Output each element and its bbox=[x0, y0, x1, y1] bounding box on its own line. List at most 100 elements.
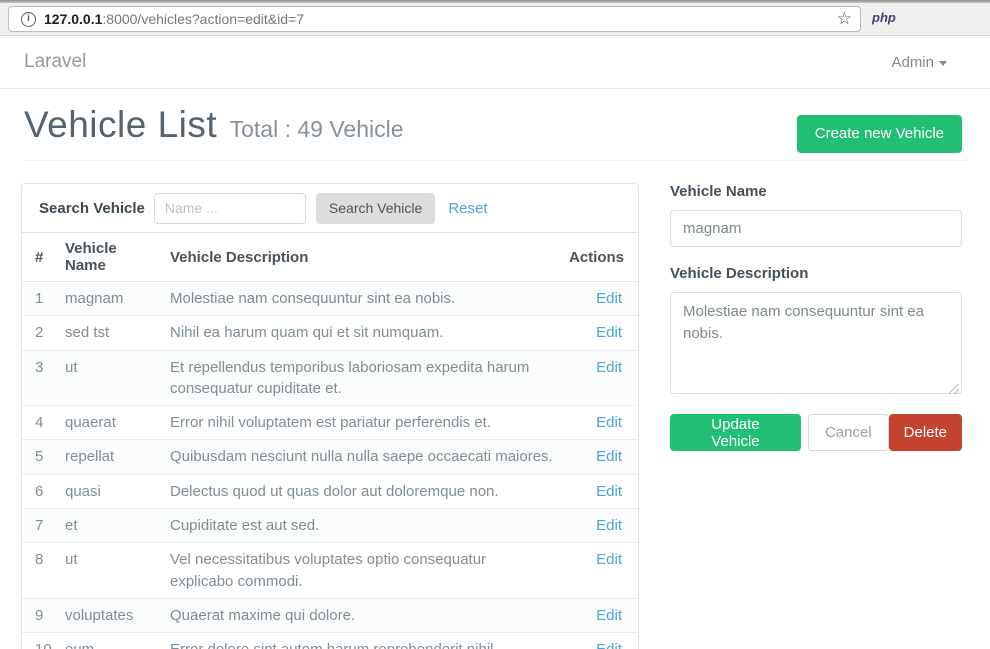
table-row: 2sed tstNihil ea harum quam qui et sit n… bbox=[22, 316, 638, 350]
search-label: Search Vehicle bbox=[39, 200, 145, 217]
row-number-cell: 4 bbox=[22, 406, 57, 440]
vehicle-name-cell: magnam bbox=[57, 282, 162, 316]
site-info-icon[interactable]: i bbox=[21, 12, 36, 27]
row-number-cell: 5 bbox=[22, 440, 57, 474]
col-header-num: # bbox=[22, 233, 57, 282]
vehicle-description-wrap: Molestiae nam consequuntur sint ea nobis… bbox=[670, 292, 962, 399]
admin-dropdown-label: Admin bbox=[891, 54, 934, 71]
table-row: 4quaeratError nihil voluptatem est paria… bbox=[22, 406, 638, 440]
brand-link[interactable]: Laravel bbox=[24, 51, 86, 73]
actions-cell: Edit bbox=[561, 633, 638, 649]
header-divider bbox=[24, 160, 966, 161]
bookmark-php[interactable]: php bbox=[872, 10, 896, 25]
vehicle-name-cell: et bbox=[57, 509, 162, 543]
vehicle-name-cell: repellat bbox=[57, 440, 162, 474]
vehicle-description-cell: Delectus quod ut quas dolor aut doloremq… bbox=[162, 474, 561, 508]
edit-link[interactable]: Edit bbox=[596, 517, 622, 534]
vehicle-description-cell: Et repellendus temporibus laboriosam exp… bbox=[162, 350, 561, 406]
table-row: 5repellatQuibusdam nesciunt nulla nulla … bbox=[22, 440, 638, 474]
row-number-cell: 6 bbox=[22, 474, 57, 508]
vehicle-description-cell: Cupiditate est aut sed. bbox=[162, 509, 561, 543]
window-top-strip bbox=[0, 0, 990, 3]
url-host: 127.0.0.1 bbox=[44, 11, 102, 27]
table-header-row: # Vehicle Name Vehicle Description Actio… bbox=[22, 233, 638, 282]
reset-link[interactable]: Reset bbox=[448, 200, 487, 217]
address-bar[interactable]: i 127.0.0.1:8000/vehicles?action=edit&id… bbox=[8, 6, 861, 32]
vehicle-name-cell: voluptates bbox=[57, 598, 162, 632]
actions-cell: Edit bbox=[561, 509, 638, 543]
row-number-cell: 9 bbox=[22, 598, 57, 632]
vehicle-name-input[interactable] bbox=[670, 210, 962, 247]
bookmark-star-icon[interactable]: ☆ bbox=[837, 9, 852, 29]
edit-link[interactable]: Edit bbox=[596, 551, 622, 568]
edit-link[interactable]: Edit bbox=[596, 414, 622, 431]
vehicle-edit-form: Vehicle Name Vehicle Description Molesti… bbox=[670, 183, 962, 451]
vehicle-description-cell: Error dolore sint autem harum reprehende… bbox=[162, 633, 561, 649]
vehicle-description-cell: Vel necessitatibus voluptates optio cons… bbox=[162, 543, 561, 599]
vehicle-name-cell: sed tst bbox=[57, 316, 162, 350]
table-row: 10eumError dolore sint autem harum repre… bbox=[22, 633, 638, 649]
table-row: 8utVel necessitatibus voluptates optio c… bbox=[22, 543, 638, 599]
row-number-cell: 8 bbox=[22, 543, 57, 599]
edit-link[interactable]: Edit bbox=[596, 448, 622, 465]
vehicle-name-label: Vehicle Name bbox=[670, 183, 962, 200]
row-number-cell: 10 bbox=[22, 633, 57, 649]
create-new-vehicle-button[interactable]: Create new Vehicle bbox=[797, 115, 962, 153]
vehicle-description-cell: Nihil ea harum quam qui et sit numquam. bbox=[162, 316, 561, 350]
vehicle-description-cell: Molestiae nam consequuntur sint ea nobis… bbox=[162, 282, 561, 316]
edit-link[interactable]: Edit bbox=[596, 483, 622, 500]
vehicle-description-cell: Quibusdam nesciunt nulla nulla saepe occ… bbox=[162, 440, 561, 474]
vehicle-description-label: Vehicle Description bbox=[670, 265, 962, 282]
col-header-description: Vehicle Description bbox=[162, 233, 561, 282]
form-buttons: Update Vehicle Cancel Delete bbox=[670, 414, 962, 451]
edit-link[interactable]: Edit bbox=[596, 359, 622, 376]
actions-cell: Edit bbox=[561, 543, 638, 599]
actions-cell: Edit bbox=[561, 440, 638, 474]
vehicle-list-panel: Search Vehicle Search Vehicle Reset # Ve… bbox=[21, 183, 639, 649]
table-row: 7etCupiditate est aut sed.Edit bbox=[22, 509, 638, 543]
actions-cell: Edit bbox=[561, 406, 638, 440]
actions-cell: Edit bbox=[561, 474, 638, 508]
actions-cell: Edit bbox=[561, 282, 638, 316]
url-path: :8000/vehicles?action=edit&id=7 bbox=[102, 11, 304, 27]
vehicle-description-cell: Error nihil voluptatem est pariatur perf… bbox=[162, 406, 561, 440]
table-row: 3utEt repellendus temporibus laboriosam … bbox=[22, 350, 638, 406]
vehicle-name-cell: quasi bbox=[57, 474, 162, 508]
url-text[interactable]: 127.0.0.1:8000/vehicles?action=edit&id=7 bbox=[44, 11, 829, 27]
textarea-resize-handle[interactable] bbox=[949, 384, 959, 394]
page-title: Vehicle List bbox=[24, 104, 217, 145]
vehicle-description-textarea[interactable]: Molestiae nam consequuntur sint ea nobis… bbox=[670, 292, 962, 394]
vehicle-name-cell: ut bbox=[57, 350, 162, 406]
table-row: 6quasiDelectus quod ut quas dolor aut do… bbox=[22, 474, 638, 508]
table-row: 9voluptatesQuaerat maxime qui dolore. Edi… bbox=[22, 598, 638, 632]
cancel-button[interactable]: Cancel bbox=[808, 414, 889, 451]
navbar: Laravel Admin bbox=[0, 36, 990, 89]
vehicle-name-cell: eum bbox=[57, 633, 162, 649]
edit-link[interactable]: Edit bbox=[596, 324, 622, 341]
row-number-cell: 1 bbox=[22, 282, 57, 316]
col-header-name: Vehicle Name bbox=[57, 233, 162, 282]
search-button[interactable]: Search Vehicle bbox=[316, 193, 435, 224]
actions-cell: Edit bbox=[561, 598, 638, 632]
row-number-cell: 3 bbox=[22, 350, 57, 406]
vehicle-name-cell: ut bbox=[57, 543, 162, 599]
search-form: Search Vehicle Search Vehicle Reset bbox=[22, 184, 638, 233]
vehicle-description-cell: Quaerat maxime qui dolore. bbox=[162, 598, 561, 632]
edit-link[interactable]: Edit bbox=[596, 607, 622, 624]
actions-cell: Edit bbox=[561, 316, 638, 350]
browser-chrome: i 127.0.0.1:8000/vehicles?action=edit&id… bbox=[0, 0, 990, 36]
vehicle-table: # Vehicle Name Vehicle Description Actio… bbox=[22, 233, 638, 649]
vehicle-table-body: 1magnamMolestiae nam consequuntur sint e… bbox=[22, 282, 638, 649]
edit-link[interactable]: Edit bbox=[596, 290, 622, 307]
row-number-cell: 2 bbox=[22, 316, 57, 350]
caret-down-icon bbox=[939, 61, 947, 66]
col-header-actions: Actions bbox=[561, 233, 638, 282]
update-vehicle-button[interactable]: Update Vehicle bbox=[670, 414, 801, 451]
admin-dropdown[interactable]: Admin bbox=[891, 54, 962, 71]
page-subtitle: Total : 49 Vehicle bbox=[230, 116, 404, 142]
delete-button[interactable]: Delete bbox=[889, 414, 962, 451]
vehicle-name-cell: quaerat bbox=[57, 406, 162, 440]
search-input[interactable] bbox=[154, 193, 306, 224]
table-row: 1magnamMolestiae nam consequuntur sint e… bbox=[22, 282, 638, 316]
edit-link[interactable]: Edit bbox=[596, 641, 622, 649]
